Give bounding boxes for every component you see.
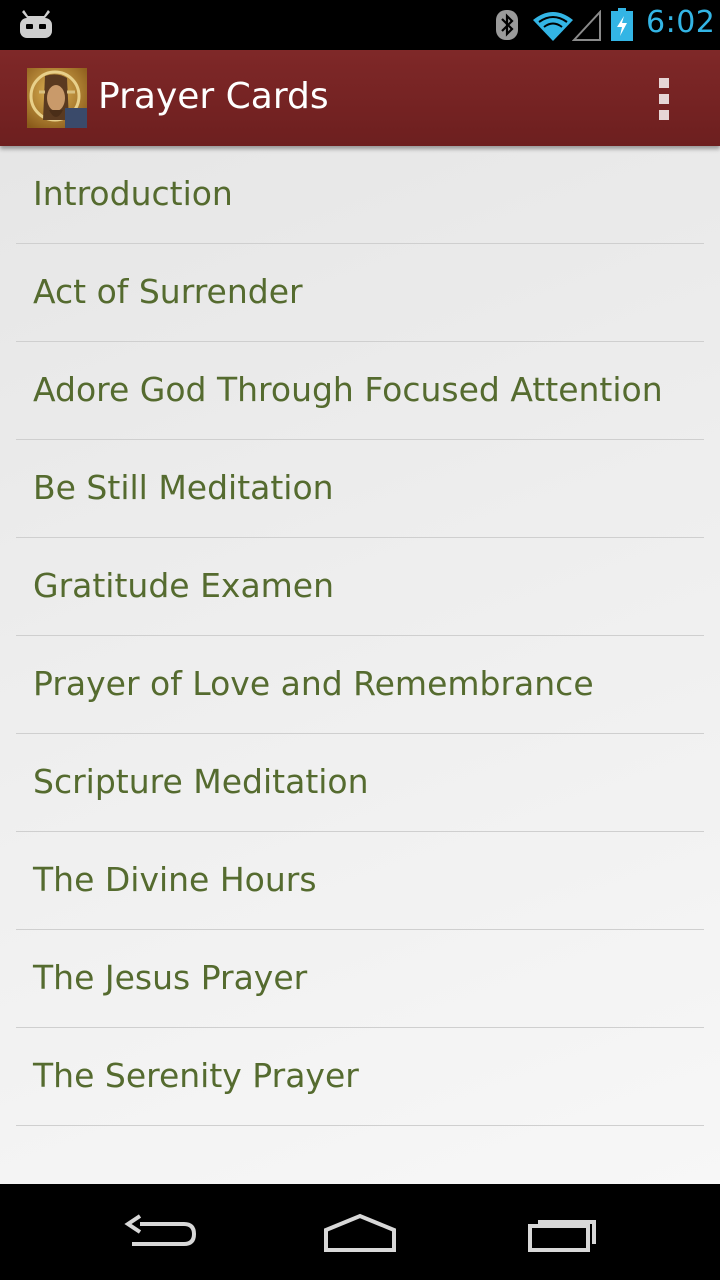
list-item[interactable]: Scripture Meditation (0, 734, 720, 832)
list-item[interactable]: The Jesus Prayer (0, 930, 720, 1028)
list-item[interactable]: Act of Surrender (0, 244, 720, 342)
list-item[interactable]: Introduction (0, 146, 720, 244)
list-item-label: Gratitude Examen (33, 566, 335, 605)
battery-charging-icon (611, 8, 633, 41)
list-item[interactable]: The Divine Hours (0, 832, 720, 930)
list-item-label: Adore God Through Focused Attention (33, 370, 663, 409)
app-title: Prayer Cards (98, 76, 329, 117)
back-icon[interactable] (120, 1204, 200, 1260)
status-clock: 6:02 (646, 5, 716, 40)
list-item-label: Prayer of Love and Remembrance (33, 664, 594, 703)
list-item[interactable]: Adore God Through Focused Attention (0, 342, 720, 440)
list-item[interactable]: Be Still Meditation (0, 440, 720, 538)
mosaic-portrait-icon[interactable] (27, 68, 87, 128)
signal-icon (572, 10, 601, 41)
bluetooth-icon (496, 10, 518, 40)
list-item-label: The Divine Hours (33, 860, 317, 899)
navigation-bar (0, 1184, 720, 1280)
list-item-label: Be Still Meditation (33, 468, 334, 507)
list-item[interactable]: Gratitude Examen (0, 538, 720, 636)
list-item-label: The Jesus Prayer (33, 958, 308, 997)
list-item-label: Act of Surrender (33, 272, 303, 311)
list-item[interactable]: The Serenity Prayer (0, 1028, 720, 1126)
list-item-label: Scripture Meditation (33, 762, 369, 801)
list-item-label: The Serenity Prayer (33, 1056, 359, 1095)
recents-icon[interactable] (520, 1204, 600, 1260)
screen: 6:02 Prayer Cards Introduction Act of Su… (0, 0, 720, 1280)
list-item-label: Introduction (33, 174, 233, 213)
overflow-menu-icon[interactable] (640, 68, 688, 128)
wifi-icon (533, 12, 573, 41)
home-icon[interactable] (320, 1204, 400, 1260)
overflow-dot (659, 94, 669, 104)
prayer-list: Introduction Act of Surrender Adore God … (0, 146, 720, 1184)
action-bar: Prayer Cards (0, 50, 720, 146)
divider (16, 1125, 704, 1126)
list-item[interactable]: Prayer of Love and Remembrance (0, 636, 720, 734)
status-bar: 6:02 (0, 0, 720, 50)
android-notification-icon (20, 10, 52, 38)
overflow-dot (659, 78, 669, 88)
overflow-dot (659, 110, 669, 120)
